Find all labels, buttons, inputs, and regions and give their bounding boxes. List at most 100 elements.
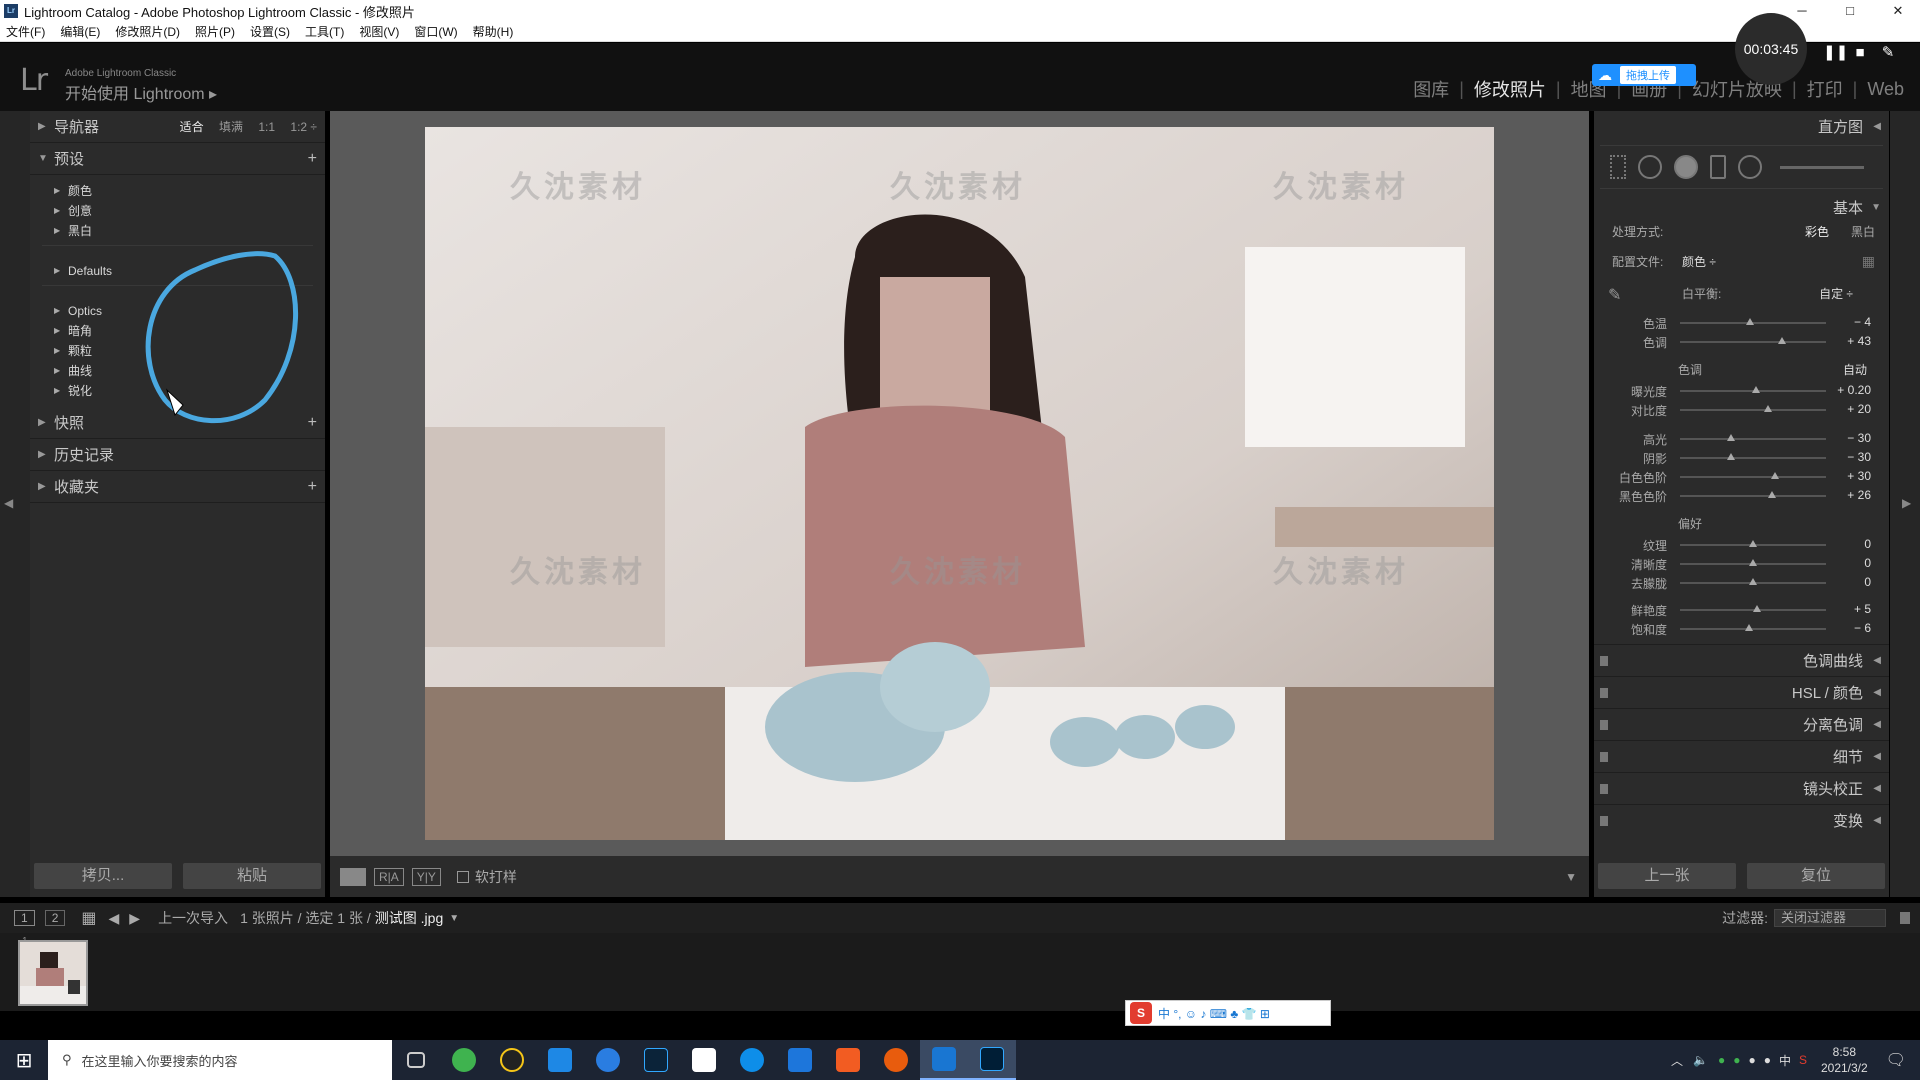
paste-button[interactable]: 粘贴: [183, 863, 321, 889]
profile-select[interactable]: 颜色 ÷: [1682, 253, 1716, 270]
slider-value[interactable]: + 43: [1831, 334, 1871, 348]
module-print[interactable]: 打印: [1797, 76, 1853, 102]
add-snapshot-icon[interactable]: +: [308, 414, 317, 432]
graduated-filter-icon[interactable]: [1710, 155, 1726, 179]
recorder-app-icon[interactable]: [920, 1040, 968, 1080]
module-library[interactable]: 图库: [1403, 76, 1459, 102]
zoom-1-1[interactable]: 1:1: [258, 120, 275, 134]
navigator-header[interactable]: ▶ 导航器 适合 填满 1:1 1:2 ÷: [30, 111, 325, 143]
before-after-icon[interactable]: R|A: [374, 867, 404, 886]
copy-button[interactable]: 拷贝...: [34, 863, 172, 889]
slider-value[interactable]: − 4: [1831, 315, 1871, 329]
menu-develop[interactable]: 修改照片(D): [115, 23, 180, 40]
upload-badge[interactable]: ☁ 拖拽上传: [1592, 64, 1696, 86]
photo-preview[interactable]: 久沈素材 久沈素材 久沈素材 久沈素材 久沈素材 久沈素材: [425, 127, 1494, 840]
slider-track[interactable]: [1680, 457, 1826, 459]
slider-knob[interactable]: [1744, 624, 1753, 631]
eyedropper-icon[interactable]: ✎: [1608, 285, 1621, 305]
slider-knob[interactable]: [1751, 386, 1760, 393]
tencent-docs-icon[interactable]: [776, 1040, 824, 1080]
add-preset-icon[interactable]: +: [308, 150, 317, 168]
preset-group-color[interactable]: ▶ 颜色: [30, 181, 325, 201]
slider-knob[interactable]: [1753, 605, 1762, 612]
filter-select[interactable]: 关闭过滤器: [1774, 909, 1886, 927]
menu-file[interactable]: 文件(F): [6, 23, 45, 40]
stop-icon[interactable]: ■: [1849, 42, 1871, 64]
slider-track[interactable]: [1680, 495, 1826, 497]
module-develop[interactable]: 修改照片: [1464, 76, 1556, 102]
view-1-button[interactable]: 1: [14, 910, 35, 926]
qq-tray-2-icon[interactable]: ●: [1764, 1053, 1771, 1067]
section-header[interactable]: 镜头校正 ◀: [1594, 772, 1889, 804]
flash-icon[interactable]: [872, 1040, 920, 1080]
slider-knob[interactable]: [1727, 434, 1736, 441]
grid-view-icon[interactable]: ▦: [81, 908, 96, 928]
section-header[interactable]: 色调曲线 ◀: [1594, 644, 1889, 676]
menu-window[interactable]: 窗口(W): [414, 23, 457, 40]
slider-knob[interactable]: [1746, 318, 1755, 325]
previous-button[interactable]: 上一张: [1598, 863, 1736, 889]
zoom-1-2[interactable]: 1:2 ÷: [290, 120, 317, 134]
browser-360-icon[interactable]: [440, 1040, 488, 1080]
tray-expand-icon[interactable]: ︿: [1671, 1052, 1683, 1069]
slider-value[interactable]: + 26: [1831, 488, 1871, 502]
slider-track[interactable]: [1680, 438, 1826, 440]
spot-removal-icon[interactable]: [1638, 155, 1662, 179]
profile-browser-icon[interactable]: ▦: [1862, 253, 1875, 270]
menu-help[interactable]: 帮助(H): [473, 23, 514, 40]
section-header[interactable]: 分离色调 ◀: [1594, 708, 1889, 740]
tone-auto-button[interactable]: 自动: [1843, 361, 1867, 378]
photoshop-icon[interactable]: [632, 1040, 680, 1080]
filmstrip-source[interactable]: 上一次导入: [158, 908, 228, 928]
slider-knob[interactable]: [1749, 540, 1757, 547]
slider-track[interactable]: [1680, 476, 1826, 478]
forward-arrow-icon[interactable]: ▶: [129, 910, 140, 927]
teamviewer-icon[interactable]: [728, 1040, 776, 1080]
slider-track[interactable]: [1680, 628, 1826, 630]
wechat-icon[interactable]: ●: [1718, 1053, 1725, 1067]
wb-select[interactable]: 自定 ÷: [1819, 285, 1853, 302]
filter-lock-icon[interactable]: [1900, 912, 1910, 924]
treatment-bw[interactable]: 黑白: [1851, 223, 1875, 240]
dropdown-icon[interactable]: ▼: [449, 913, 459, 924]
volume-icon[interactable]: 🔈: [1693, 1053, 1708, 1067]
baidu-netdisk-icon[interactable]: [680, 1040, 728, 1080]
reset-button[interactable]: 复位: [1747, 863, 1885, 889]
crop-tool-icon[interactable]: [1610, 155, 1626, 179]
section-toggle-icon[interactable]: [1600, 815, 1608, 826]
pen-icon[interactable]: ✎: [1877, 42, 1899, 64]
loupe-view-icon[interactable]: [340, 867, 366, 886]
slider-value[interactable]: + 5: [1831, 602, 1871, 616]
soft-proof-checkbox[interactable]: [456, 870, 469, 883]
slider-value[interactable]: − 30: [1831, 450, 1871, 464]
slider-knob[interactable]: [1727, 453, 1736, 460]
filmstrip-thumbnail[interactable]: [18, 940, 88, 1006]
slider-track[interactable]: [1680, 409, 1826, 411]
red-eye-icon[interactable]: [1674, 155, 1698, 179]
zoom-fill[interactable]: 填满: [219, 120, 243, 134]
radial-filter-icon[interactable]: [1738, 155, 1762, 179]
section-header[interactable]: 细节 ◀: [1594, 740, 1889, 772]
get-started-link[interactable]: 开始使用 Lightroom ▸: [65, 80, 217, 104]
histogram-header[interactable]: 直方图 ◀: [1594, 111, 1889, 141]
ime-toolbar[interactable]: S 中 °, ☺ ♪ ⌨ ♣ 👕 ⊞: [1125, 1000, 1331, 1026]
slider-knob[interactable]: [1767, 491, 1776, 498]
presets-header[interactable]: ▼ 预设 +: [30, 143, 325, 175]
treatment-color[interactable]: 彩色: [1805, 223, 1829, 240]
qq-tray-icon[interactable]: ●: [1748, 1053, 1755, 1067]
view-2-button[interactable]: 2: [44, 910, 66, 926]
section-header[interactable]: 变换 ◀: [1594, 804, 1889, 836]
slider-value[interactable]: 0: [1831, 556, 1871, 570]
left-panel-toggle[interactable]: ◀: [0, 111, 30, 897]
before-after-split-icon[interactable]: Y|Y: [411, 867, 441, 886]
slider-value[interactable]: − 6: [1831, 621, 1871, 635]
module-web[interactable]: Web: [1857, 79, 1914, 100]
right-panel-toggle[interactable]: ▶: [1890, 111, 1920, 897]
section-toggle-icon[interactable]: [1600, 687, 1608, 698]
menu-settings[interactable]: 设置(S): [250, 23, 290, 40]
foxit-icon[interactable]: [824, 1040, 872, 1080]
slider-value[interactable]: + 20: [1831, 402, 1871, 416]
zoom-fit[interactable]: 适合: [180, 120, 204, 134]
lightroom-taskbar-icon[interactable]: [968, 1040, 1016, 1080]
clock[interactable]: 8:58 2021/3/2: [1821, 1044, 1868, 1076]
